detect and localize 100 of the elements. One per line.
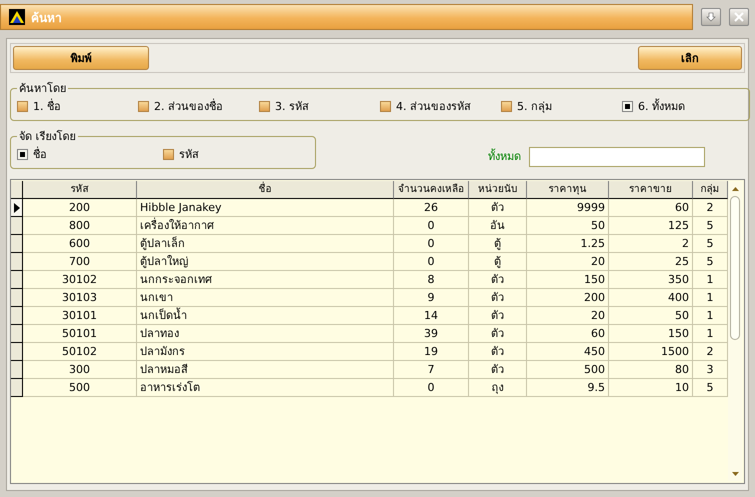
- table-cell: อาหารเร่งโต: [137, 379, 394, 397]
- column-header[interactable]: จำนวนคงเหลือ: [394, 181, 469, 199]
- table-cell: ตัว: [469, 199, 527, 217]
- checkbox[interactable]: [138, 100, 149, 112]
- table-cell: 19: [394, 343, 469, 361]
- search-option[interactable]: 1. ชื่อ: [17, 97, 138, 115]
- scroll-down-icon[interactable]: [732, 472, 738, 476]
- table-cell: 60: [609, 199, 693, 217]
- search-option[interactable]: 6. ทั้งหมด: [622, 97, 743, 115]
- table-cell: 200: [23, 199, 137, 217]
- row-selector[interactable]: [11, 361, 23, 379]
- table-cell: 800: [23, 217, 137, 235]
- table-cell: 500: [23, 379, 137, 397]
- close-button[interactable]: [729, 8, 749, 26]
- header-corner: [11, 181, 23, 199]
- row-selector[interactable]: [11, 325, 23, 343]
- table-cell: 2: [609, 235, 693, 253]
- table-cell: 20: [527, 253, 609, 271]
- table-cell: ตู้: [469, 235, 527, 253]
- table-cell: ปลามังกร: [137, 343, 394, 361]
- row-selector[interactable]: [11, 217, 23, 235]
- table-cell: 1.25: [527, 235, 609, 253]
- table-cell: 600: [23, 235, 137, 253]
- table-cell: 25: [609, 253, 693, 271]
- table-cell: อัน: [469, 217, 527, 235]
- scroll-up-icon[interactable]: [732, 187, 738, 191]
- row-selector[interactable]: [11, 343, 23, 361]
- minimize-button[interactable]: [701, 8, 721, 26]
- table-cell: Hibble Janakey: [137, 199, 394, 217]
- sort-option[interactable]: รหัส: [163, 145, 309, 163]
- table-cell: ตู้ปลาใหญ่: [137, 253, 394, 271]
- table-cell: 150: [527, 271, 609, 289]
- table-cell: 26: [394, 199, 469, 217]
- table-cell: 9: [394, 289, 469, 307]
- table-cell: ปลาทอง: [137, 325, 394, 343]
- search-option[interactable]: 3. รหัส: [259, 97, 380, 115]
- column-header[interactable]: ชื่อ: [137, 181, 394, 199]
- table-cell: 0: [394, 235, 469, 253]
- checkbox[interactable]: [17, 100, 28, 112]
- column-header[interactable]: หน่วยนับ: [469, 181, 527, 199]
- table-cell: 150: [609, 325, 693, 343]
- table-cell: ตัว: [469, 325, 527, 343]
- table-cell: ตู้ปลาเล็ก: [137, 235, 394, 253]
- table-cell: ตัว: [469, 271, 527, 289]
- row-selector[interactable]: [11, 199, 23, 217]
- row-selector[interactable]: [11, 271, 23, 289]
- column-header[interactable]: กลุ่ม: [693, 181, 728, 199]
- sort-option[interactable]: ชื่อ: [17, 145, 163, 163]
- table-cell: 200: [527, 289, 609, 307]
- row-selector[interactable]: [11, 235, 23, 253]
- table-cell: 30102: [23, 271, 137, 289]
- table-cell: เครื่องให้อากาศ: [137, 217, 394, 235]
- table-cell: 0: [394, 253, 469, 271]
- checkbox[interactable]: [501, 100, 512, 112]
- table-cell: 50: [527, 217, 609, 235]
- table-cell: 450: [527, 343, 609, 361]
- group-title: ค้นหาโดย: [18, 81, 67, 97]
- column-header[interactable]: รหัส: [23, 181, 137, 199]
- checkbox[interactable]: [163, 148, 174, 160]
- table-cell: นกเป็ดน้ำ: [137, 307, 394, 325]
- table-cell: 30103: [23, 289, 137, 307]
- search-option[interactable]: 4. ส่วนของรหัส: [380, 97, 501, 115]
- group-title: จัด เรียงโดย: [18, 129, 76, 145]
- row-selector[interactable]: [11, 379, 23, 397]
- column-header[interactable]: ราคาทุน: [527, 181, 609, 199]
- cancel-button[interactable]: เลิก: [638, 46, 742, 70]
- table-cell: 300: [23, 361, 137, 379]
- checkbox[interactable]: [17, 148, 28, 160]
- print-button[interactable]: พิมพ์: [13, 46, 149, 70]
- table-cell: 7: [394, 361, 469, 379]
- scrollbar[interactable]: [728, 182, 742, 481]
- table-cell: 50102: [23, 343, 137, 361]
- row-selector[interactable]: [11, 307, 23, 325]
- table-cell: 0: [394, 379, 469, 397]
- checkbox[interactable]: [259, 100, 270, 112]
- table-cell: 500: [527, 361, 609, 379]
- table-cell: 350: [609, 271, 693, 289]
- row-selector[interactable]: [11, 289, 23, 307]
- search-option[interactable]: 2. ส่วนของชื่อ: [138, 97, 259, 115]
- table-cell: 400: [609, 289, 693, 307]
- down-arrow-icon: [706, 12, 716, 22]
- table-cell: 30101: [23, 307, 137, 325]
- checkbox[interactable]: [622, 100, 633, 112]
- table-cell: 80: [609, 361, 693, 379]
- table-cell: 1500: [609, 343, 693, 361]
- table-cell: นกกระจอกเทศ: [137, 271, 394, 289]
- column-header[interactable]: ราคาขาย: [609, 181, 693, 199]
- table-cell: 700: [23, 253, 137, 271]
- table-cell: 39: [394, 325, 469, 343]
- table-cell: ตู้: [469, 253, 527, 271]
- table-cell: 60: [527, 325, 609, 343]
- table-cell: ตัว: [469, 343, 527, 361]
- table-cell: 20: [527, 307, 609, 325]
- window-title: ค้นหา: [31, 10, 62, 26]
- row-selector[interactable]: [11, 253, 23, 271]
- close-icon: [734, 12, 744, 22]
- checkbox[interactable]: [380, 100, 391, 112]
- table-cell: ตัว: [469, 289, 527, 307]
- filter-field[interactable]: [529, 147, 705, 167]
- search-option[interactable]: 5. กลุ่ม: [501, 97, 622, 115]
